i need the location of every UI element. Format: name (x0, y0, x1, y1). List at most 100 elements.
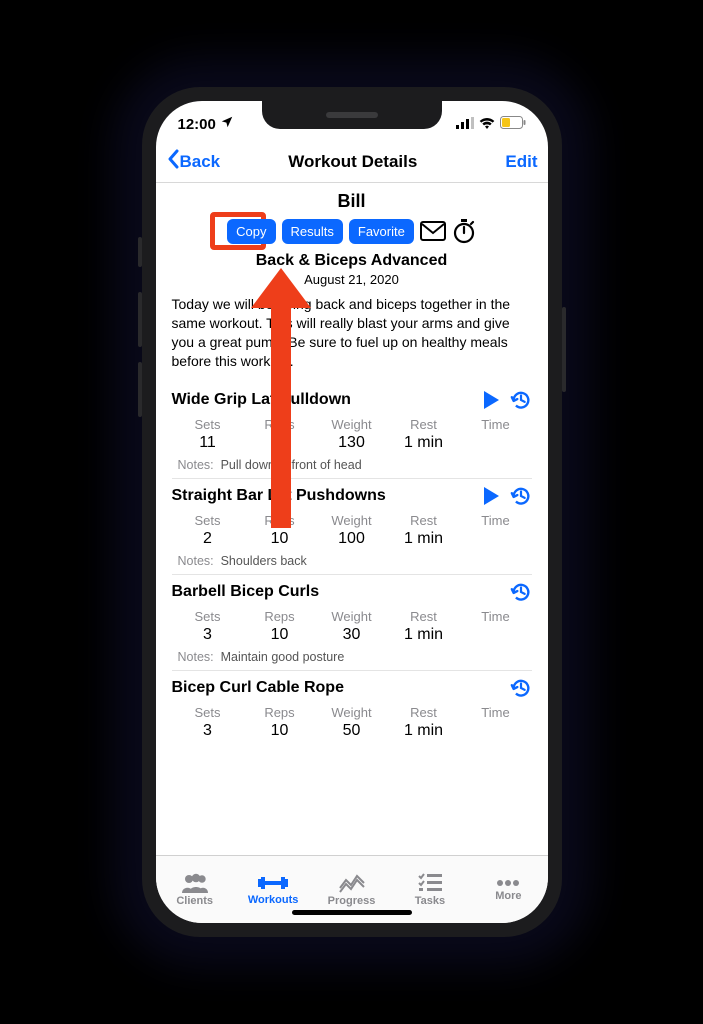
exercise-item: Bicep Curl Cable Rope Sets3 Reps10 Weigh… (172, 670, 532, 740)
tab-label: Progress (328, 895, 376, 907)
tab-clients[interactable]: Clients (156, 856, 234, 923)
exercise-item: Straight Bar Lat Pushdowns Sets 2 Reps 10 … (172, 478, 532, 568)
exercise-metrics: Sets3 Reps10 Weight50 Rest1 min Time (172, 705, 532, 740)
volume-up (138, 292, 142, 347)
reps-label: Reps (244, 417, 316, 432)
tab-label: More (495, 890, 521, 902)
play-icon[interactable] (482, 486, 500, 506)
reps-label: Reps (244, 609, 316, 624)
rest-value: 1 min (388, 626, 460, 644)
sets-label: Sets (172, 705, 244, 720)
notes-text: Pull down in front of head (221, 458, 362, 472)
exercise-item: Wide Grip Lat Pulldown Sets 11 Reps 15 Wei… (172, 383, 532, 472)
dumbbell-icon (258, 874, 288, 892)
play-icon[interactable] (482, 390, 500, 410)
home-indicator[interactable] (292, 910, 412, 915)
location-icon (220, 115, 234, 133)
weight-label: Weight (316, 417, 388, 432)
favorite-button[interactable]: Favorite (349, 219, 414, 244)
sets-label: Sets (172, 609, 244, 624)
screen: 12:00 Back Work (156, 101, 548, 923)
exercise-notes: Notes: Shoulders back (178, 554, 532, 568)
exercise-name: Barbell Bicep Curls (172, 583, 472, 601)
tab-label: Tasks (415, 895, 445, 907)
tab-label: Clients (176, 895, 213, 907)
exercise-item: Barbell Bicep Curls Sets3 Reps10 Weight3… (172, 574, 532, 664)
rest-value: 1 min (388, 530, 460, 548)
sets-label: Sets (172, 513, 244, 528)
history-icon[interactable] (510, 581, 532, 603)
tab-more[interactable]: More (469, 856, 547, 923)
reps-value: 10 (244, 530, 316, 548)
reps-value: 10 (244, 626, 316, 644)
weight-value: 100 (316, 530, 388, 548)
workout-description: Today we will be doing back and biceps t… (172, 295, 532, 371)
clients-icon (181, 873, 209, 893)
exercise-metrics: Sets3 Reps10 Weight30 Rest1 min Time (172, 609, 532, 644)
rest-label: Rest (388, 417, 460, 432)
chevron-left-icon (166, 149, 180, 174)
stopwatch-icon[interactable] (452, 218, 476, 244)
weight-label: Weight (316, 513, 388, 528)
mute-switch (138, 237, 142, 267)
mail-icon[interactable] (420, 220, 446, 242)
notes-label: Notes: (178, 458, 214, 472)
history-icon[interactable] (510, 485, 532, 507)
weight-label: Weight (316, 609, 388, 624)
power-button (562, 307, 566, 392)
sets-label: Sets (172, 417, 244, 432)
rest-label: Rest (388, 513, 460, 528)
weight-value: 50 (316, 722, 388, 740)
notes-label: Notes: (178, 650, 214, 664)
page-title: Workout Details (200, 152, 505, 172)
exercise-metrics: Sets 2 Reps 10 Weight 100 Rest 1 min Time (172, 513, 532, 548)
weight-value: 130 (316, 434, 388, 452)
sets-value: 11 (172, 434, 244, 452)
time-label: Time (460, 513, 532, 528)
copy-button[interactable]: Copy (227, 219, 275, 244)
edit-button[interactable]: Edit (505, 152, 537, 172)
cellular-icon (456, 116, 474, 133)
notes-text: Maintain good posture (221, 650, 345, 664)
time-label: Time (460, 609, 532, 624)
exercise-name: Bicep Curl Cable Rope (172, 679, 472, 697)
reps-label: Reps (244, 513, 316, 528)
notch (262, 101, 442, 129)
exercise-name: Wide Grip Lat Pulldown (172, 391, 472, 409)
weight-value: 30 (316, 626, 388, 644)
sets-value: 2 (172, 530, 244, 548)
tasks-icon (418, 873, 442, 893)
workout-title: Back & Biceps Advanced (172, 252, 532, 270)
workout-date: August 21, 2020 (172, 272, 532, 287)
navbar: Back Workout Details Edit (156, 141, 548, 183)
client-name: Bill (172, 191, 532, 212)
progress-icon (339, 873, 365, 893)
rest-label: Rest (388, 705, 460, 720)
speaker-grille (326, 112, 378, 118)
reps-value: 10 (244, 722, 316, 740)
exercise-list: Wide Grip Lat Pulldown Sets 11 Reps 15 Wei… (172, 383, 532, 740)
tab-label: Workouts (248, 894, 299, 906)
action-row: Copy Results Favorite (172, 218, 532, 244)
sets-value: 3 (172, 722, 244, 740)
notes-label: Notes: (178, 554, 214, 568)
reps-value: 15 (244, 434, 316, 452)
wifi-icon (479, 116, 495, 133)
time-label: Time (460, 417, 532, 432)
rest-label: Rest (388, 609, 460, 624)
exercise-name: Straight Bar Lat Pushdowns (172, 487, 472, 505)
rest-value: 1 min (388, 722, 460, 740)
exercise-notes: Notes: Pull down in front of head (178, 458, 532, 472)
results-button[interactable]: Results (282, 219, 343, 244)
exercise-notes: Notes: Maintain good posture (178, 650, 532, 664)
volume-down (138, 362, 142, 417)
time-label: Time (460, 705, 532, 720)
notes-text: Shoulders back (221, 554, 307, 568)
history-icon[interactable] (510, 389, 532, 411)
phone-frame: 12:00 Back Work (142, 87, 562, 937)
history-icon[interactable] (510, 677, 532, 699)
exercise-metrics: Sets11 Reps15 Weight130 Rest1 min Time (172, 417, 532, 452)
more-icon (496, 878, 520, 888)
content: Bill Copy Results Favorite Back & Biceps… (156, 183, 548, 855)
weight-label: Weight (316, 705, 388, 720)
